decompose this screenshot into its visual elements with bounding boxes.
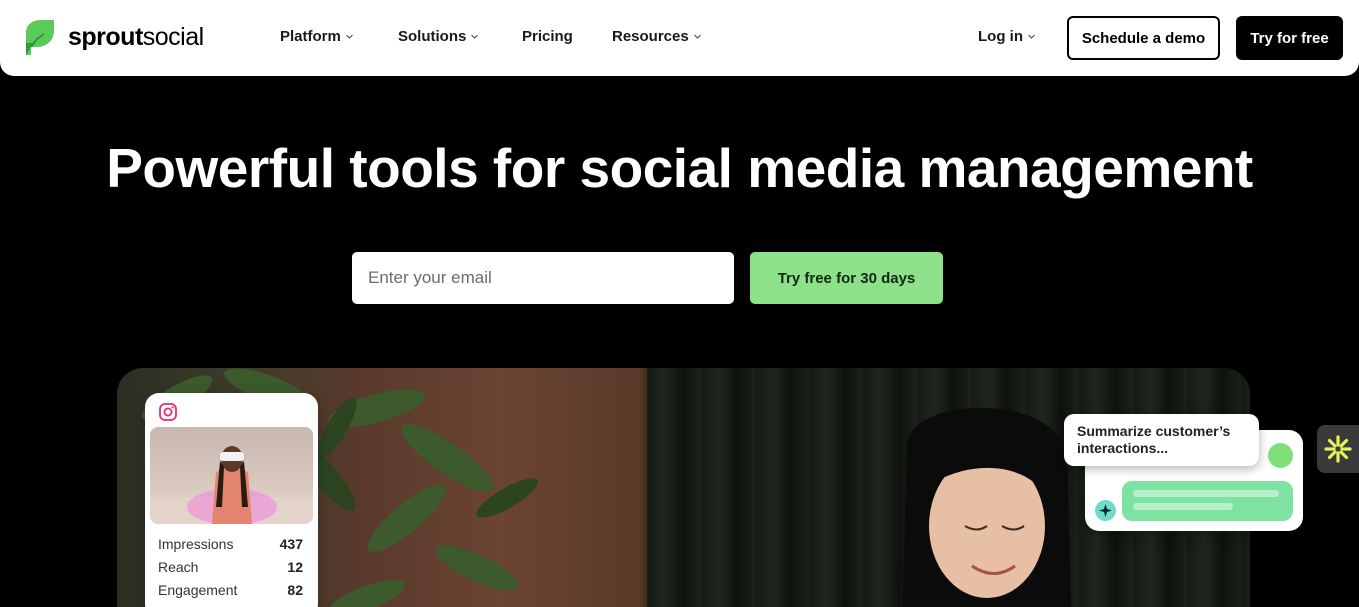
post-thumbnail [150,427,313,524]
logo-wordmark: sproutsocial [68,23,204,51]
ai-reply-bubble [1122,481,1293,521]
stat-row-reach: Reach 12 [158,559,303,575]
ai-prompt-bubble: Summarize customer’s interactions... [1064,414,1259,466]
instagram-icon [159,403,177,421]
stat-value: 437 [279,536,303,552]
email-input[interactable] [352,252,734,304]
sparkle-icon [1095,500,1116,521]
chevron-down-icon [345,34,353,39]
chevron-down-icon [693,34,701,39]
nav-login[interactable]: Log in [978,28,1035,45]
stat-row-engagement: Engagement 82 [158,582,303,598]
nav-resources-label: Resources [612,28,689,45]
stat-value: 82 [287,582,303,598]
try-free-30-days-button[interactable]: Try free for 30 days [750,252,943,304]
sprout-leaf-icon [26,20,54,55]
schedule-demo-button[interactable]: Schedule a demo [1067,16,1220,60]
nav-resources[interactable]: Resources [612,28,701,45]
feedback-widget[interactable] [1317,425,1359,473]
nav-platform-label: Platform [280,28,341,45]
nav-solutions-label: Solutions [398,28,467,45]
person-illustration [902,407,1072,607]
page: sproutsocial Platform Solutions Pricing … [0,0,1359,607]
ai-status-dot [1268,443,1293,468]
nav-platform[interactable]: Platform [280,28,353,45]
hero-title: Powerful tools for social media manageme… [106,137,1253,199]
ai-reply-line [1133,490,1279,497]
stat-label: Engagement [158,582,238,598]
instagram-stats-card: Impressions 437 Reach 12 Engagement 82 [145,393,318,607]
stat-label: Reach [158,559,199,575]
site-header: sproutsocial Platform Solutions Pricing … [0,0,1359,76]
stat-value: 12 [287,559,303,575]
asterisk-icon [1324,435,1352,463]
nav-pricing[interactable]: Pricing [522,28,573,45]
chevron-down-icon [1028,34,1035,39]
nav-pricing-label: Pricing [522,28,573,45]
stat-row-impressions: Impressions 437 [158,536,303,552]
stat-label: Impressions [158,536,234,552]
ai-reply-line [1133,503,1233,510]
logo[interactable]: sproutsocial [24,19,204,56]
chevron-down-icon [471,34,479,39]
try-for-free-button[interactable]: Try for free [1236,16,1343,60]
nav-login-label: Log in [978,28,1023,45]
nav-solutions[interactable]: Solutions [398,28,479,45]
